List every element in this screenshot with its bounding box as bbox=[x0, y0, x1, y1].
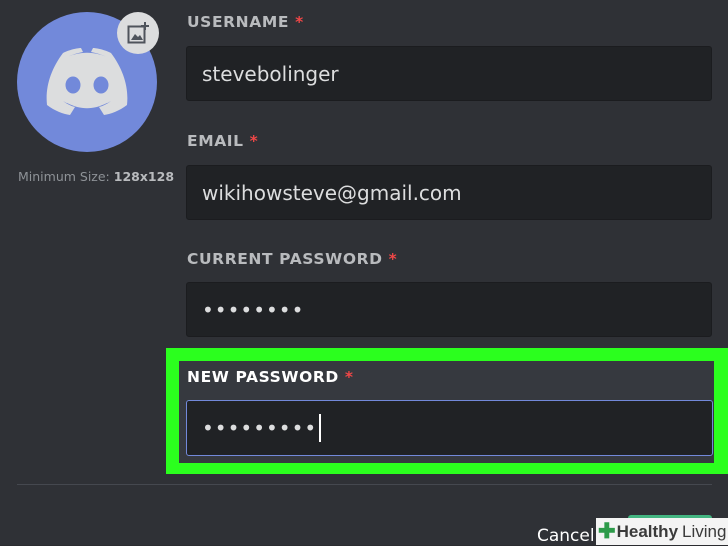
email-label: EMAIL * bbox=[187, 132, 258, 150]
avatar-min-size-hint: Minimum Size: 128x128 bbox=[18, 169, 174, 184]
min-size-value: 128x128 bbox=[113, 169, 175, 184]
current-password-value: •••••••• bbox=[202, 297, 305, 322]
upload-avatar-button[interactable] bbox=[117, 12, 159, 54]
required-marker: * bbox=[344, 368, 354, 386]
image-add-icon bbox=[127, 22, 149, 44]
username-label: USERNAME * bbox=[187, 13, 304, 31]
current-password-field[interactable]: •••••••• bbox=[186, 282, 712, 337]
new-password-label: NEW PASSWORD * bbox=[187, 368, 354, 386]
required-marker: * bbox=[249, 132, 259, 150]
new-password-field[interactable]: ••••••••• bbox=[186, 400, 713, 456]
current-password-label: CURRENT PASSWORD * bbox=[187, 250, 397, 268]
required-marker: * bbox=[295, 13, 304, 31]
username-label-text: USERNAME bbox=[187, 13, 290, 31]
healthy-living-watermark: ✚ Healthy Living bbox=[596, 518, 728, 545]
divider bbox=[17, 484, 712, 485]
plus-icon: ✚ bbox=[598, 520, 616, 543]
email-value: wikihowsteve@gmail.com bbox=[202, 180, 462, 205]
watermark-word-2: Living bbox=[682, 521, 727, 541]
watermark-word-1: Healthy bbox=[616, 521, 679, 541]
min-size-label: Minimum Size: bbox=[18, 169, 110, 184]
email-field[interactable]: wikihowsteve@gmail.com bbox=[186, 165, 712, 220]
new-password-label-text: NEW PASSWORD bbox=[187, 368, 339, 386]
new-password-value: ••••••••• bbox=[202, 416, 318, 440]
required-marker: * bbox=[388, 250, 398, 268]
username-value: stevebolinger bbox=[202, 61, 339, 86]
discord-logo-icon bbox=[46, 48, 128, 115]
cancel-button[interactable]: Cancel bbox=[537, 526, 595, 546]
current-password-label-text: CURRENT PASSWORD bbox=[187, 250, 383, 268]
username-field[interactable]: stevebolinger bbox=[186, 46, 712, 101]
text-cursor bbox=[319, 414, 322, 442]
email-label-text: EMAIL bbox=[187, 132, 244, 150]
